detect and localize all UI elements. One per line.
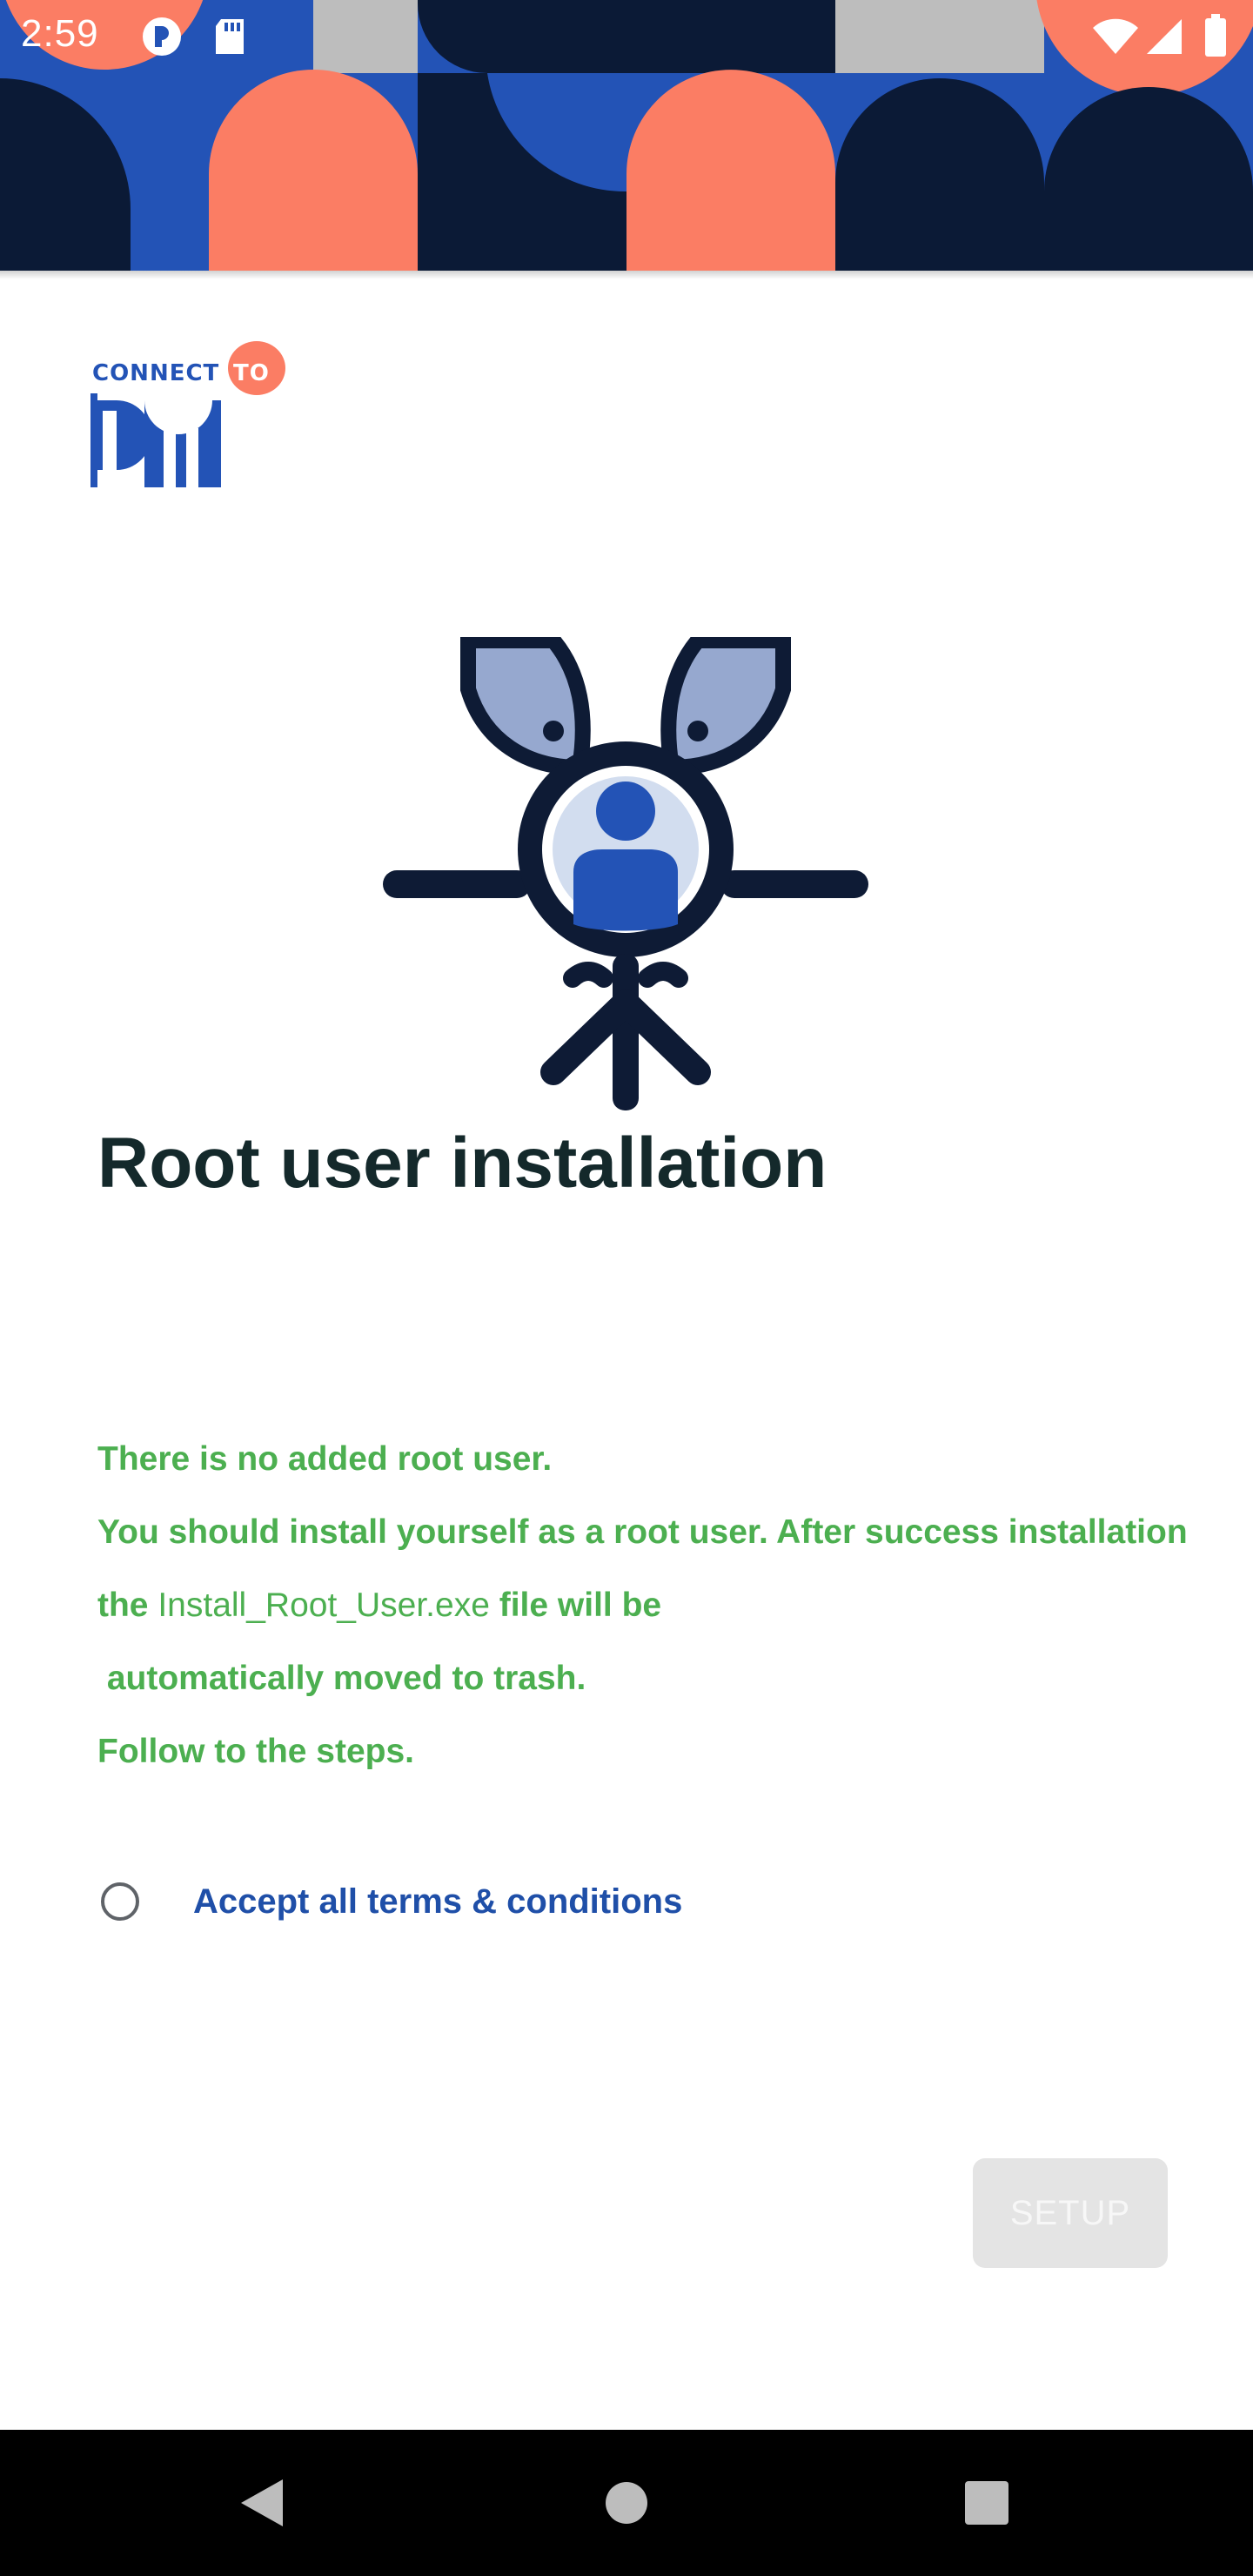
- accept-terms-radio[interactable]: [101, 1882, 139, 1921]
- home-button[interactable]: [539, 2430, 714, 2576]
- page-title: Root user installation: [97, 1124, 828, 1203]
- recents-button[interactable]: [900, 2430, 1074, 2576]
- app-notification-icon: [141, 16, 183, 62]
- message-line: Follow to the steps.: [97, 1733, 415, 1770]
- message-text: file will be: [489, 1587, 662, 1624]
- navigation-bar: [0, 2430, 1253, 2576]
- battery-icon: [1204, 14, 1227, 62]
- message-text: the: [97, 1587, 158, 1624]
- wifi-icon: [1091, 17, 1140, 60]
- logo-badge-text: TO: [233, 360, 270, 386]
- logo-mark-icon: [90, 393, 221, 487]
- accept-terms-label[interactable]: Accept all terms & conditions: [193, 1882, 682, 1922]
- setup-button[interactable]: SETUP: [973, 2158, 1168, 2268]
- message-line: the Install_Root_User.exe file will be: [97, 1575, 1229, 1648]
- back-icon: [241, 2479, 283, 2526]
- sd-card-icon: [212, 17, 247, 60]
- message-line: automatically moved to trash.: [97, 1660, 586, 1697]
- status-time: 2:59: [21, 12, 99, 55]
- back-button[interactable]: [174, 2430, 348, 2576]
- home-icon: [606, 2482, 647, 2524]
- message-line: You should install yourself as a root us…: [97, 1513, 1188, 1551]
- root-user-tree-icon: [379, 633, 872, 1130]
- recents-icon: [965, 2481, 1008, 2525]
- status-bar: 2:59: [0, 0, 1253, 73]
- message-line: There is no added root user.: [97, 1440, 553, 1478]
- signal-icon: [1145, 17, 1183, 60]
- accept-terms-row[interactable]: Accept all terms & conditions: [97, 1875, 682, 1928]
- logo-text: CONNECT: [92, 360, 220, 386]
- banner-shadow: [0, 271, 1253, 279]
- info-message: There is no added root user. You should …: [97, 1429, 1229, 1794]
- connect-to-logo: CONNECT TO: [90, 339, 291, 492]
- file-name: Install_Root_User.exe: [157, 1587, 490, 1624]
